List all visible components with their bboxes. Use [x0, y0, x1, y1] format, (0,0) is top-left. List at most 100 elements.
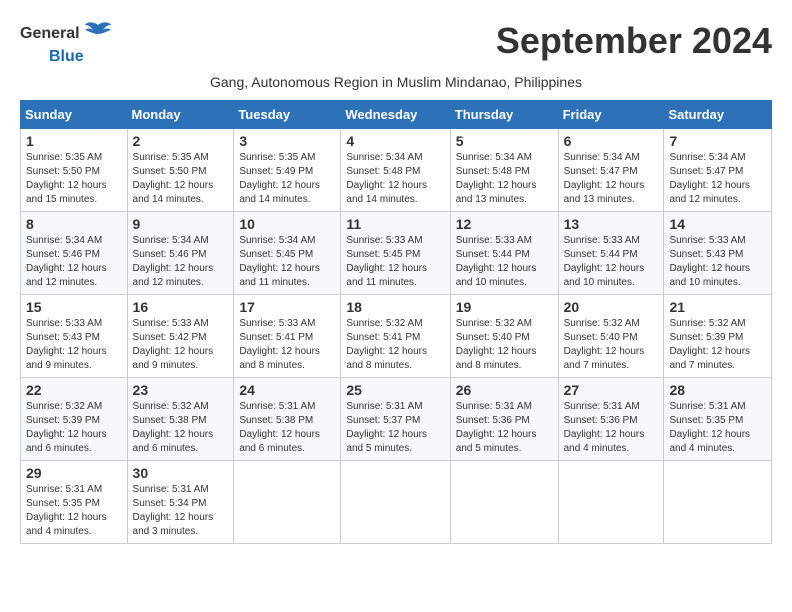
calendar-cell: 6 Sunrise: 5:34 AMSunset: 5:47 PMDayligh…: [558, 129, 664, 212]
weekday-header-tuesday: Tuesday: [234, 101, 341, 129]
day-info: Sunrise: 5:33 AMSunset: 5:43 PMDaylight:…: [26, 318, 107, 371]
day-info: Sunrise: 5:35 AMSunset: 5:49 PMDaylight:…: [239, 152, 320, 205]
day-info: Sunrise: 5:34 AMSunset: 5:46 PMDaylight:…: [133, 235, 214, 288]
day-number: 30: [133, 465, 229, 481]
calendar-cell: 2 Sunrise: 5:35 AMSunset: 5:50 PMDayligh…: [127, 129, 234, 212]
calendar-cell: 10 Sunrise: 5:34 AMSunset: 5:45 PMDaylig…: [234, 212, 341, 295]
day-info: Sunrise: 5:31 AMSunset: 5:37 PMDaylight:…: [346, 401, 427, 454]
day-number: 20: [564, 299, 659, 315]
logo-blue-text: Blue: [49, 48, 84, 66]
calendar-cell: 30 Sunrise: 5:31 AMSunset: 5:34 PMDaylig…: [127, 461, 234, 544]
day-info: Sunrise: 5:34 AMSunset: 5:48 PMDaylight:…: [456, 152, 537, 205]
day-number: 22: [26, 382, 122, 398]
weekday-header-wednesday: Wednesday: [341, 101, 450, 129]
day-number: 9: [133, 216, 229, 232]
day-info: Sunrise: 5:33 AMSunset: 5:45 PMDaylight:…: [346, 235, 427, 288]
logo-bird-icon: [83, 20, 113, 48]
day-number: 11: [346, 216, 444, 232]
day-number: 12: [456, 216, 553, 232]
day-info: Sunrise: 5:34 AMSunset: 5:46 PMDaylight:…: [26, 235, 107, 288]
day-info: Sunrise: 5:35 AMSunset: 5:50 PMDaylight:…: [133, 152, 214, 205]
day-number: 4: [346, 133, 444, 149]
day-info: Sunrise: 5:31 AMSunset: 5:38 PMDaylight:…: [239, 401, 320, 454]
calendar-week-2: 15 Sunrise: 5:33 AMSunset: 5:43 PMDaylig…: [21, 295, 772, 378]
calendar-cell: 1 Sunrise: 5:35 AMSunset: 5:50 PMDayligh…: [21, 129, 128, 212]
day-number: 24: [239, 382, 335, 398]
day-info: Sunrise: 5:31 AMSunset: 5:35 PMDaylight:…: [669, 401, 750, 454]
calendar-table: SundayMondayTuesdayWednesdayThursdayFrid…: [20, 100, 772, 544]
calendar-cell: 8 Sunrise: 5:34 AMSunset: 5:46 PMDayligh…: [21, 212, 128, 295]
calendar-week-0: 1 Sunrise: 5:35 AMSunset: 5:50 PMDayligh…: [21, 129, 772, 212]
calendar-cell: [234, 461, 341, 544]
day-number: 23: [133, 382, 229, 398]
calendar-cell: 29 Sunrise: 5:31 AMSunset: 5:35 PMDaylig…: [21, 461, 128, 544]
calendar-week-1: 8 Sunrise: 5:34 AMSunset: 5:46 PMDayligh…: [21, 212, 772, 295]
day-info: Sunrise: 5:32 AMSunset: 5:39 PMDaylight:…: [26, 401, 107, 454]
day-number: 5: [456, 133, 553, 149]
calendar-cell: [558, 461, 664, 544]
day-number: 13: [564, 216, 659, 232]
day-info: Sunrise: 5:32 AMSunset: 5:38 PMDaylight:…: [133, 401, 214, 454]
day-info: Sunrise: 5:33 AMSunset: 5:43 PMDaylight:…: [669, 235, 750, 288]
day-number: 15: [26, 299, 122, 315]
calendar-cell: 26 Sunrise: 5:31 AMSunset: 5:36 PMDaylig…: [450, 378, 558, 461]
day-number: 21: [669, 299, 766, 315]
calendar-cell: 23 Sunrise: 5:32 AMSunset: 5:38 PMDaylig…: [127, 378, 234, 461]
day-info: Sunrise: 5:34 AMSunset: 5:47 PMDaylight:…: [669, 152, 750, 205]
day-number: 29: [26, 465, 122, 481]
day-info: Sunrise: 5:35 AMSunset: 5:50 PMDaylight:…: [26, 152, 107, 205]
day-number: 28: [669, 382, 766, 398]
calendar-cell: 3 Sunrise: 5:35 AMSunset: 5:49 PMDayligh…: [234, 129, 341, 212]
day-number: 7: [669, 133, 766, 149]
calendar-cell: 24 Sunrise: 5:31 AMSunset: 5:38 PMDaylig…: [234, 378, 341, 461]
day-number: 2: [133, 133, 229, 149]
day-number: 18: [346, 299, 444, 315]
calendar-cell: 28 Sunrise: 5:31 AMSunset: 5:35 PMDaylig…: [664, 378, 772, 461]
calendar-cell: [450, 461, 558, 544]
calendar-cell: 12 Sunrise: 5:33 AMSunset: 5:44 PMDaylig…: [450, 212, 558, 295]
weekday-header-monday: Monday: [127, 101, 234, 129]
calendar-cell: 9 Sunrise: 5:34 AMSunset: 5:46 PMDayligh…: [127, 212, 234, 295]
day-number: 27: [564, 382, 659, 398]
weekday-header-saturday: Saturday: [664, 101, 772, 129]
calendar-cell: [664, 461, 772, 544]
calendar-cell: 15 Sunrise: 5:33 AMSunset: 5:43 PMDaylig…: [21, 295, 128, 378]
day-number: 10: [239, 216, 335, 232]
calendar-cell: 13 Sunrise: 5:33 AMSunset: 5:44 PMDaylig…: [558, 212, 664, 295]
calendar-cell: 11 Sunrise: 5:33 AMSunset: 5:45 PMDaylig…: [341, 212, 450, 295]
day-info: Sunrise: 5:34 AMSunset: 5:45 PMDaylight:…: [239, 235, 320, 288]
day-number: 19: [456, 299, 553, 315]
day-info: Sunrise: 5:32 AMSunset: 5:41 PMDaylight:…: [346, 318, 427, 371]
day-number: 3: [239, 133, 335, 149]
calendar-cell: 19 Sunrise: 5:32 AMSunset: 5:40 PMDaylig…: [450, 295, 558, 378]
calendar-cell: 21 Sunrise: 5:32 AMSunset: 5:39 PMDaylig…: [664, 295, 772, 378]
day-info: Sunrise: 5:33 AMSunset: 5:44 PMDaylight:…: [456, 235, 537, 288]
calendar-cell: 20 Sunrise: 5:32 AMSunset: 5:40 PMDaylig…: [558, 295, 664, 378]
logo-general-text: General: [20, 25, 80, 43]
weekday-header-sunday: Sunday: [21, 101, 128, 129]
day-number: 8: [26, 216, 122, 232]
weekday-header-row: SundayMondayTuesdayWednesdayThursdayFrid…: [21, 101, 772, 129]
day-info: Sunrise: 5:32 AMSunset: 5:39 PMDaylight:…: [669, 318, 750, 371]
day-number: 25: [346, 382, 444, 398]
calendar-cell: 4 Sunrise: 5:34 AMSunset: 5:48 PMDayligh…: [341, 129, 450, 212]
calendar-cell: 16 Sunrise: 5:33 AMSunset: 5:42 PMDaylig…: [127, 295, 234, 378]
weekday-header-thursday: Thursday: [450, 101, 558, 129]
day-number: 17: [239, 299, 335, 315]
day-number: 6: [564, 133, 659, 149]
month-title: September 2024: [496, 20, 772, 62]
day-info: Sunrise: 5:33 AMSunset: 5:42 PMDaylight:…: [133, 318, 214, 371]
day-info: Sunrise: 5:32 AMSunset: 5:40 PMDaylight:…: [564, 318, 645, 371]
day-info: Sunrise: 5:32 AMSunset: 5:40 PMDaylight:…: [456, 318, 537, 371]
page-header: General Blue September 2024: [20, 20, 772, 66]
logo: General Blue: [20, 20, 113, 66]
calendar-cell: 18 Sunrise: 5:32 AMSunset: 5:41 PMDaylig…: [341, 295, 450, 378]
calendar-cell: [341, 461, 450, 544]
calendar-cell: 17 Sunrise: 5:33 AMSunset: 5:41 PMDaylig…: [234, 295, 341, 378]
day-info: Sunrise: 5:31 AMSunset: 5:36 PMDaylight:…: [456, 401, 537, 454]
day-info: Sunrise: 5:33 AMSunset: 5:44 PMDaylight:…: [564, 235, 645, 288]
day-info: Sunrise: 5:31 AMSunset: 5:36 PMDaylight:…: [564, 401, 645, 454]
day-number: 1: [26, 133, 122, 149]
day-info: Sunrise: 5:34 AMSunset: 5:47 PMDaylight:…: [564, 152, 645, 205]
day-info: Sunrise: 5:33 AMSunset: 5:41 PMDaylight:…: [239, 318, 320, 371]
